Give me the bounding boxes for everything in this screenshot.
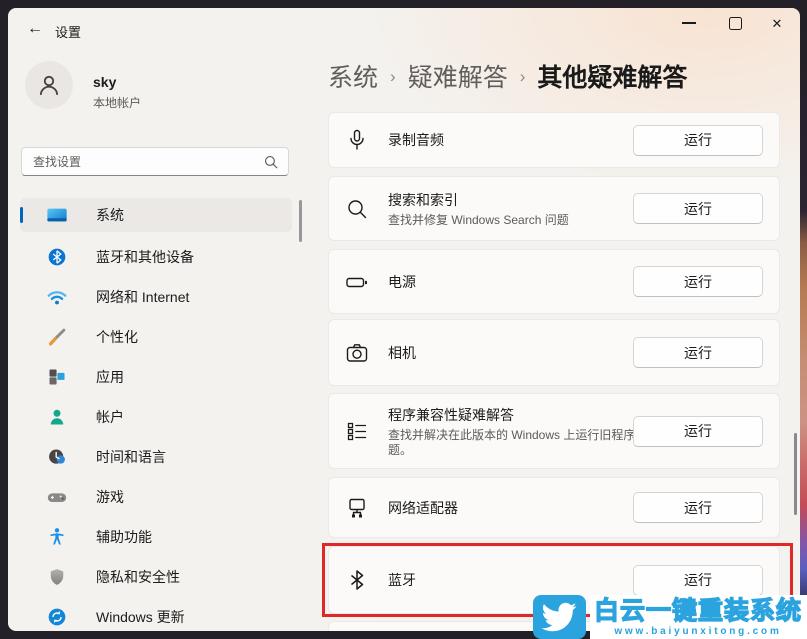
sidebar-item-time-language[interactable]: 时间和语言 xyxy=(20,440,292,474)
row-title: 程序兼容性疑难解答 xyxy=(388,405,633,425)
sidebar-item-network-internet[interactable]: 网络和 Internet xyxy=(20,280,292,314)
user-account-type: 本地帐户 xyxy=(93,94,141,111)
sidebar-item-apps[interactable]: 应用 xyxy=(20,360,292,394)
network-adapter-icon xyxy=(344,495,370,521)
sidebar-item-label: 应用 xyxy=(96,367,124,387)
search-box[interactable] xyxy=(21,147,289,176)
sidebar-item-label: 帐户 xyxy=(96,407,124,427)
settings-window: ← 设置 ✕ sky 本地帐户 系统 蓝牙和其他设备 xyxy=(8,8,800,631)
update-icon xyxy=(46,606,68,628)
row-power: 电源 运行 xyxy=(328,249,780,314)
sidebar-item-bluetooth-devices[interactable]: 蓝牙和其他设备 xyxy=(20,240,292,274)
system-icon xyxy=(46,204,68,226)
desktop-wallpaper-edge xyxy=(799,0,807,639)
run-button[interactable]: 运行 xyxy=(633,125,763,156)
checklist-icon xyxy=(344,418,370,444)
search-input[interactable] xyxy=(22,155,264,169)
selection-accent-bar xyxy=(20,207,23,223)
sidebar-item-privacy-security[interactable]: 隐私和安全性 xyxy=(20,560,292,594)
clock-icon xyxy=(46,446,68,468)
back-button[interactable]: ← xyxy=(23,18,47,40)
accessibility-icon xyxy=(46,526,68,548)
chevron-right-icon: › xyxy=(508,65,538,87)
maximize-button[interactable] xyxy=(712,8,758,38)
chevron-right-icon: › xyxy=(378,65,408,87)
breadcrumb-system[interactable]: 系统 xyxy=(328,58,378,94)
wifi-icon xyxy=(46,286,68,308)
row-title: 网络适配器 xyxy=(388,498,633,518)
sidebar-item-label: 个性化 xyxy=(96,327,138,347)
sidebar-item-label: 网络和 Internet xyxy=(96,287,189,307)
watermark-title: 白云一键重装系统 xyxy=(594,597,802,625)
row-recording-audio: 录制音频 运行 xyxy=(328,112,780,168)
row-subtitle: 查找并解决在此版本的 Windows 上运行旧程序的问题。 xyxy=(388,428,673,458)
sidebar-item-label: 游戏 xyxy=(96,487,124,507)
breadcrumb-troubleshoot[interactable]: 疑难解答 xyxy=(408,58,508,94)
breadcrumb: 系统 › 疑难解答 › 其他疑难解答 xyxy=(328,58,687,94)
sidebar-item-label: 辅助功能 xyxy=(96,527,152,547)
user-name: sky xyxy=(93,74,116,90)
sidebar-item-gaming[interactable]: 游戏 xyxy=(20,480,292,514)
search-icon xyxy=(264,155,278,169)
avatar[interactable] xyxy=(25,61,73,109)
run-button[interactable]: 运行 xyxy=(633,492,763,523)
sidebar-item-label: 时间和语言 xyxy=(96,447,166,467)
watermark-url: www.baiyunxitong.com xyxy=(594,625,802,639)
sidebar-item-label: 隐私和安全性 xyxy=(96,567,180,587)
shield-icon xyxy=(46,566,68,588)
sidebar-item-personalization[interactable]: 个性化 xyxy=(20,320,292,354)
row-search-indexing: 搜索和索引 查找并修复 Windows Search 问题 运行 xyxy=(328,176,780,241)
run-button[interactable]: 运行 xyxy=(633,266,763,297)
close-button[interactable]: ✕ xyxy=(754,8,800,38)
minimize-button[interactable] xyxy=(666,8,712,38)
row-title: 录制音频 xyxy=(388,130,633,150)
sidebar-item-accessibility[interactable]: 辅助功能 xyxy=(20,520,292,554)
maximize-icon xyxy=(729,17,742,30)
paintbrush-icon xyxy=(46,326,68,348)
watermark-bird-icon xyxy=(533,595,586,639)
row-title: 搜索和索引 xyxy=(388,190,633,210)
sidebar-item-label: Windows 更新 xyxy=(96,607,185,627)
sidebar-item-system[interactable]: 系统 xyxy=(20,198,292,232)
row-network-adapter: 网络适配器 运行 xyxy=(328,477,780,538)
row-camera: 相机 运行 xyxy=(328,319,780,386)
row-title: 相机 xyxy=(388,343,633,363)
run-button[interactable]: 运行 xyxy=(633,193,763,224)
gamepad-icon xyxy=(46,486,68,508)
bluetooth-icon xyxy=(46,246,68,268)
sidebar-item-label: 蓝牙和其他设备 xyxy=(96,247,194,267)
row-program-compatibility: 程序兼容性疑难解答 查找并解决在此版本的 Windows 上运行旧程序的问题。 … xyxy=(328,393,780,469)
run-button[interactable]: 运行 xyxy=(633,337,763,368)
row-title: 电源 xyxy=(388,272,633,292)
main-scrollbar[interactable] xyxy=(794,433,797,515)
apps-icon xyxy=(46,366,68,388)
run-button[interactable]: 运行 xyxy=(633,416,763,447)
person-icon xyxy=(35,71,63,99)
sidebar-scrollbar[interactable] xyxy=(299,200,302,242)
search-icon xyxy=(344,196,370,222)
accounts-icon xyxy=(46,406,68,428)
window-title: 设置 xyxy=(55,22,81,41)
microphone-icon xyxy=(344,127,370,153)
battery-icon xyxy=(344,269,370,295)
watermark: 白云一键重装系统 www.baiyunxitong.com xyxy=(533,595,807,639)
row-subtitle: 查找并修复 Windows Search 问题 xyxy=(388,213,673,228)
minimize-icon xyxy=(682,22,696,23)
sidebar-item-accounts[interactable]: 帐户 xyxy=(20,400,292,434)
close-icon: ✕ xyxy=(772,17,783,30)
sidebar-item-label: 系统 xyxy=(96,205,124,225)
sidebar-item-windows-update[interactable]: Windows 更新 xyxy=(20,600,292,631)
camera-icon xyxy=(344,340,370,366)
page-title: 其他疑难解答 xyxy=(537,58,687,94)
